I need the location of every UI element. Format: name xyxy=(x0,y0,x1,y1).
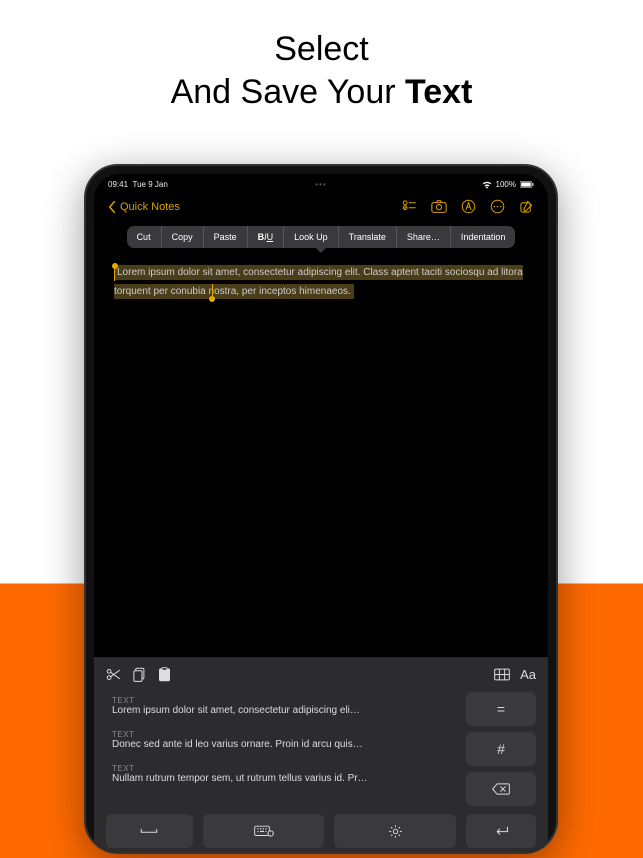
selection-handle-end[interactable] xyxy=(209,296,215,302)
key-hash[interactable]: # xyxy=(466,732,536,766)
status-right: 100% xyxy=(482,180,534,189)
menu-cut[interactable]: Cut xyxy=(127,226,162,248)
keyboard-toolbar: Aa xyxy=(106,667,536,692)
ipad-device-frame: 09:41 Tue 9 Jan ••• 100% Quick Notes xyxy=(84,164,558,854)
key-return[interactable] xyxy=(466,814,536,848)
text-context-menu: Cut Copy Paste BIU Look Up Translate Sha… xyxy=(127,226,516,248)
clipboard-area: TEXT Lorem ipsum dolor sit amet, consect… xyxy=(106,692,536,806)
promo-headline: Select And Save Your Text xyxy=(0,0,643,113)
ipad-screen: 09:41 Tue 9 Jan ••• 100% Quick Notes xyxy=(94,174,548,852)
multitask-dots-icon[interactable]: ••• xyxy=(315,180,326,189)
text-format-button[interactable]: Aa xyxy=(520,667,536,682)
clip-item[interactable]: TEXT Nullam rutrum tempor sem, ut rutrum… xyxy=(106,760,456,788)
key-backspace[interactable] xyxy=(466,772,536,806)
compose-icon[interactable] xyxy=(519,199,534,214)
key-equals[interactable]: = xyxy=(466,692,536,726)
menu-translate[interactable]: Translate xyxy=(339,226,397,248)
bottom-key-row xyxy=(106,814,536,852)
status-time-date: 09:41 Tue 9 Jan xyxy=(108,180,168,189)
keyboard-extension: Aa TEXT Lorem ipsum dolor sit amet, cons… xyxy=(94,657,548,852)
markup-icon[interactable] xyxy=(461,199,476,214)
nav-bar: Quick Notes xyxy=(94,191,548,222)
battery-icon xyxy=(520,181,534,188)
key-space-small[interactable] xyxy=(106,814,193,848)
selection-caret-start xyxy=(114,266,115,281)
key-settings[interactable] xyxy=(334,814,456,848)
back-button[interactable]: Quick Notes xyxy=(108,201,180,213)
more-icon[interactable] xyxy=(490,199,505,214)
checklist-icon[interactable] xyxy=(402,199,417,214)
note-empty-area[interactable] xyxy=(94,308,548,657)
selection-handle-start[interactable] xyxy=(112,263,118,269)
clip-item[interactable]: TEXT Lorem ipsum dolor sit amet, consect… xyxy=(106,692,456,720)
menu-share[interactable]: Share… xyxy=(397,226,451,248)
table-icon[interactable] xyxy=(494,668,510,681)
clipboard-paste-icon[interactable] xyxy=(158,667,171,682)
back-label: Quick Notes xyxy=(120,201,180,213)
headline-line-1: Select xyxy=(0,28,643,71)
menu-paste[interactable]: Paste xyxy=(204,226,248,248)
selected-text[interactable]: Lorem ipsum dolor sit amet, consectetur … xyxy=(114,265,523,299)
menu-copy[interactable]: Copy xyxy=(162,226,204,248)
menu-lookup[interactable]: Look Up xyxy=(284,226,339,248)
chevron-left-icon xyxy=(108,201,116,213)
menu-biu[interactable]: BIU xyxy=(248,226,285,248)
camera-icon[interactable] xyxy=(431,200,447,213)
headline-line-2: And Save Your Text xyxy=(0,71,643,114)
note-editor[interactable]: Lorem ipsum dolor sit amet, consectetur … xyxy=(94,254,548,308)
key-keyboard-settings[interactable] xyxy=(203,814,325,848)
status-bar: 09:41 Tue 9 Jan ••• 100% xyxy=(94,174,548,191)
scissors-icon[interactable] xyxy=(106,668,121,681)
wifi-icon xyxy=(482,181,492,189)
menu-indentation[interactable]: Indentation xyxy=(451,226,516,248)
clipboard-copy-icon[interactable] xyxy=(133,667,146,682)
clip-item[interactable]: TEXT Donec sed ante id leo varius ornare… xyxy=(106,726,456,754)
